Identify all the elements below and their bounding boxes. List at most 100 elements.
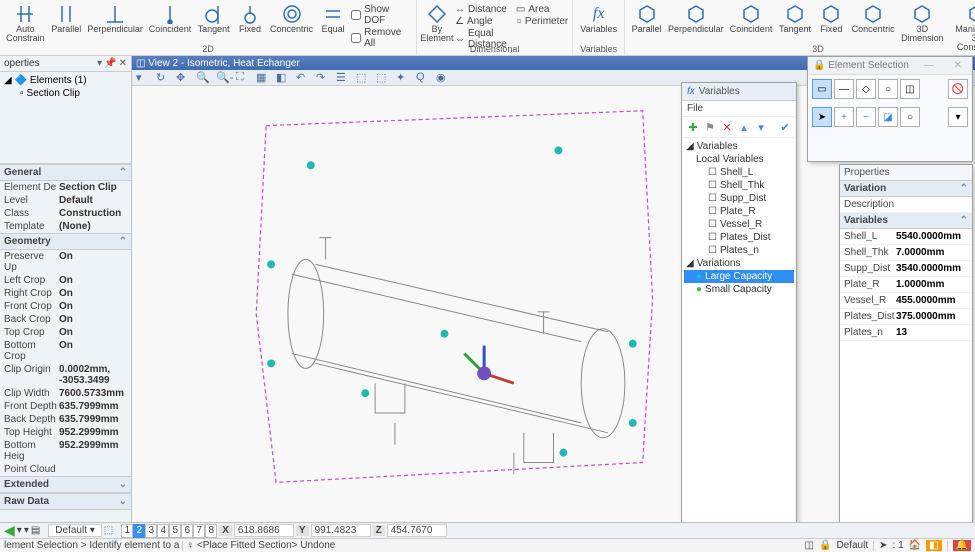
variable-row[interactable]: Plates_n13 bbox=[840, 325, 972, 341]
prop-row[interactable]: LevelDefault bbox=[0, 194, 131, 207]
tangent-2d-button[interactable]: Tangent bbox=[195, 2, 232, 36]
nav-btn[interactable]: ⬚ bbox=[104, 525, 113, 536]
sel-poly-btn[interactable]: ◇ bbox=[856, 79, 876, 99]
general-header[interactable]: General⌃ bbox=[0, 165, 131, 181]
view-tool-btn[interactable]: ◉ bbox=[436, 71, 450, 85]
concentric-3d-button[interactable]: Concentric bbox=[849, 2, 896, 36]
prop-row[interactable]: Front Depth635.7999mm bbox=[0, 400, 131, 413]
variable-row[interactable]: Shell_Thk7.0000mm bbox=[840, 245, 972, 261]
variables-file-menu[interactable]: File bbox=[682, 101, 796, 117]
view-tool-btn[interactable]: ↶ bbox=[296, 71, 310, 85]
concentric-2d-button[interactable]: Concentric bbox=[268, 2, 315, 36]
filter-btn[interactable]: ⚑ bbox=[703, 120, 717, 134]
fit-btn[interactable]: ⛶ bbox=[236, 71, 250, 85]
level-select[interactable]: Default ▾ bbox=[48, 524, 102, 537]
manipulate-3d-button[interactable]: Manipulate3D Constraint bbox=[948, 2, 975, 54]
variation-sec[interactable]: Variation⌃ bbox=[840, 181, 972, 197]
prop-row[interactable]: Template(None) bbox=[0, 220, 131, 233]
view-tool-btn[interactable]: ☰ bbox=[336, 71, 350, 85]
step-1[interactable]: 1 bbox=[121, 524, 133, 538]
var-node-supp_dist[interactable]: ☐ Supp_Dist bbox=[684, 192, 794, 205]
prop-row[interactable]: Back Depth635.7999mm bbox=[0, 413, 131, 426]
panel-close-btn[interactable]: ✕ bbox=[119, 58, 127, 69]
sel-line-btn[interactable]: — bbox=[834, 79, 854, 99]
variable-row[interactable]: Shell_L5540.0000mm bbox=[840, 229, 972, 245]
panel-pin-btn[interactable]: 📌 bbox=[104, 58, 116, 69]
var-node-vessel_r[interactable]: ☐ Vessel_R bbox=[684, 218, 794, 231]
view-tool-btn[interactable]: ▾ bbox=[136, 71, 150, 85]
apply-btn[interactable]: ✔ bbox=[778, 120, 792, 134]
sel-rect-btn[interactable]: ▭ bbox=[812, 79, 832, 99]
elsel-min-btn[interactable]: — bbox=[919, 60, 939, 71]
step-7[interactable]: 7 bbox=[193, 524, 205, 538]
3d-dimension-button[interactable]: 3DDimension bbox=[899, 2, 946, 45]
tangent-3d-button[interactable]: Tangent bbox=[777, 2, 814, 36]
fixed-2d-button[interactable]: Fixed bbox=[234, 2, 266, 36]
view-btn[interactable]: ◧ bbox=[926, 540, 941, 551]
var-node-plate_r[interactable]: ☐ Plate_R bbox=[684, 205, 794, 218]
zoom-out-btn[interactable]: 🔍- bbox=[216, 71, 230, 85]
var-node-plates_n[interactable]: ☐ Plates_n bbox=[684, 244, 794, 257]
sel-opts-btn[interactable]: ▾ bbox=[948, 107, 968, 127]
sel-clear-btn[interactable]: 🚫 bbox=[948, 79, 968, 99]
raw-data-header[interactable]: Raw Data⌄ bbox=[0, 494, 131, 510]
prop-row[interactable]: Point Cloud bbox=[0, 463, 131, 476]
distance-btn[interactable]: ↔ Distance bbox=[455, 4, 514, 15]
perimeter-btn[interactable]: ○ Perimeter bbox=[516, 16, 568, 27]
prop-row[interactable]: Bottom Heig952.2999mm bbox=[0, 439, 131, 463]
bell-btn[interactable]: 🔔 bbox=[953, 540, 971, 551]
by-element-button[interactable]: ByElement bbox=[421, 2, 453, 45]
prop-row[interactable]: Back CropOn bbox=[0, 313, 131, 326]
view-tool-btn[interactable]: ↷ bbox=[316, 71, 330, 85]
auto-constrain-button[interactable]: AutoConstrain bbox=[4, 2, 47, 45]
sel-pointer-btn[interactable]: ➤ bbox=[812, 107, 832, 127]
step-5[interactable]: 5 bbox=[169, 524, 181, 538]
nav-btn[interactable]: ▾ bbox=[17, 525, 22, 536]
geometry-header[interactable]: Geometry⌃ bbox=[0, 234, 131, 250]
sel-circle-btn[interactable]: ○ bbox=[878, 79, 898, 99]
perpendicular-2d-button[interactable]: Perpendicular bbox=[86, 2, 145, 36]
prop-row[interactable]: Top CropOn bbox=[0, 326, 131, 339]
grid-btn[interactable]: ▤ bbox=[31, 525, 40, 536]
rotate-btn[interactable]: ↻ bbox=[156, 71, 170, 85]
var-node-shell_thk[interactable]: ☐ Shell_Thk bbox=[684, 179, 794, 192]
variable-row[interactable]: Plate_R1.0000mm bbox=[840, 277, 972, 293]
home-btn[interactable]: 🏠 bbox=[909, 540, 921, 551]
z-coord[interactable]: 454.7670 bbox=[387, 524, 447, 537]
step-4[interactable]: 4 bbox=[157, 524, 169, 538]
panel-menu-btn[interactable]: ▾ bbox=[97, 58, 102, 69]
view-tool-btn[interactable]: ⬚ bbox=[376, 71, 390, 85]
prop-row[interactable]: Right CropOn bbox=[0, 287, 131, 300]
var-node-variables[interactable]: ◢ Variables bbox=[684, 140, 794, 153]
coincident-2d-button[interactable]: Coincident bbox=[147, 2, 194, 36]
var-node-variations[interactable]: ◢ Variations bbox=[684, 257, 794, 270]
view-tool-btn[interactable]: ⬚ bbox=[356, 71, 370, 85]
snap-btn[interactable]: ◫ bbox=[805, 540, 814, 551]
prop-row[interactable]: ClassConstruction bbox=[0, 207, 131, 220]
variables-button[interactable]: fxVariables bbox=[577, 2, 620, 36]
variable-row[interactable]: Plates_Dist375.0000mm bbox=[840, 309, 972, 325]
up-btn[interactable]: ▴ bbox=[737, 120, 751, 134]
sel-add-btn[interactable]: + bbox=[834, 107, 854, 127]
prop-row[interactable]: Left CropOn bbox=[0, 274, 131, 287]
remove-all-check[interactable]: Remove All bbox=[351, 27, 412, 49]
sel-sub-btn[interactable]: − bbox=[856, 107, 876, 127]
add-btn[interactable]: ✚ bbox=[686, 120, 700, 134]
step-8[interactable]: 8 bbox=[205, 524, 217, 538]
variables-sec[interactable]: Variables⌃ bbox=[840, 213, 972, 229]
view-tool-btn[interactable]: ▦ bbox=[256, 71, 270, 85]
perpendicular-3d-button[interactable]: Perpendicular bbox=[666, 2, 726, 36]
prop-row[interactable]: Bottom CropOn bbox=[0, 339, 131, 363]
parallel-3d-button[interactable]: Parallel bbox=[629, 2, 664, 36]
view-tool-btn[interactable]: ✦ bbox=[396, 71, 410, 85]
step-6[interactable]: 6 bbox=[181, 524, 193, 538]
sel-all-btn[interactable]: ○ bbox=[900, 107, 920, 127]
var-node-large-capacity[interactable]: ● Large Capacity bbox=[684, 270, 794, 283]
down-btn[interactable]: ▾ bbox=[754, 120, 768, 134]
prop-row[interactable]: Element DeSection Clip bbox=[0, 181, 131, 194]
variable-row[interactable]: Supp_Dist3540.0000mm bbox=[840, 261, 972, 277]
show-dof-check[interactable]: Show DOF bbox=[351, 4, 412, 26]
view-tool-btn[interactable]: Q bbox=[416, 71, 430, 85]
area-btn[interactable]: ▭ Area bbox=[516, 4, 568, 15]
var-node-small-capacity[interactable]: ● Small Capacity bbox=[684, 283, 794, 296]
